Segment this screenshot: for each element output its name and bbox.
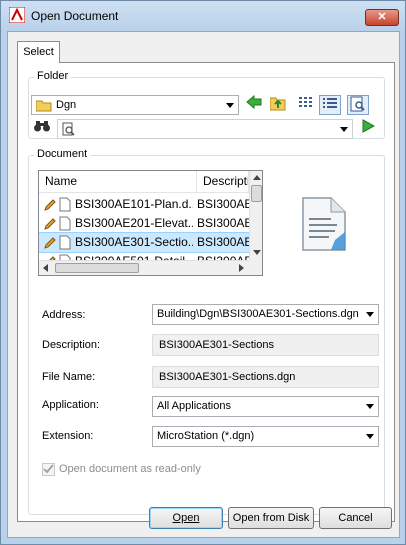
search-document-icon [62, 122, 75, 136]
up-folder-button[interactable] [267, 95, 289, 115]
document-name: BSI300AE301-Sectio... [75, 235, 193, 249]
details-view-icon [323, 98, 337, 108]
folder-icon [36, 100, 52, 112]
application-select[interactable]: All Applications [152, 396, 379, 417]
open-from-disk-button-label: Open from Disk [232, 512, 310, 524]
list-item[interactable]: BSI300AE201-Elevat... BSI300AE [39, 214, 249, 233]
scroll-h-thumb[interactable] [55, 263, 139, 273]
chevron-down-icon[interactable] [366, 404, 374, 409]
scroll-down-icon[interactable] [253, 250, 261, 255]
list-view-icon [299, 97, 312, 107]
list-view-button[interactable] [295, 95, 317, 115]
pencil-icon [44, 237, 56, 249]
filename-field: BSI300AE301-Sections.dgn [152, 366, 379, 388]
filename-label: File Name: [42, 371, 96, 383]
scroll-thumb[interactable] [251, 185, 262, 202]
scroll-corner [249, 260, 262, 275]
document-preview [275, 170, 379, 276]
document-preview-icon [302, 197, 346, 251]
column-header-name[interactable]: Name [39, 171, 197, 193]
back-button[interactable] [243, 94, 265, 115]
up-folder-icon [269, 97, 286, 111]
document-group: Document Name Description BSI300AE101-Pl… [28, 148, 385, 515]
vertical-scrollbar[interactable] [249, 171, 262, 260]
chevron-down-icon[interactable] [366, 434, 374, 439]
extension-value: MicroStation (*.dgn) [157, 430, 255, 442]
open-document-window: Open Document ✕ Select Folder Dgn Docume… [0, 0, 406, 545]
open-from-disk-button[interactable]: Open from Disk [228, 507, 314, 529]
checkmark-icon [43, 464, 54, 474]
document-icon [59, 216, 71, 231]
extension-label: Extension: [42, 430, 94, 442]
close-button[interactable]: ✕ [365, 9, 399, 26]
go-button[interactable] [357, 119, 379, 139]
chevron-down-icon[interactable] [340, 127, 348, 132]
green-left-arrow-icon [246, 94, 262, 110]
folder-group-label: Folder [34, 70, 72, 82]
column-header-description[interactable]: Description [197, 171, 249, 193]
address-label: Address: [42, 309, 86, 321]
chevron-down-icon[interactable] [366, 312, 374, 317]
horizontal-scrollbar[interactable] [39, 260, 249, 275]
green-play-icon [362, 119, 376, 133]
description-field: BSI300AE301-Sections [152, 334, 379, 356]
extension-select[interactable]: MicroStation (*.dgn) [152, 426, 379, 447]
binoculars-icon [34, 121, 50, 132]
document-list[interactable]: Name Description BSI300AE101-Plan.d... B… [38, 170, 263, 276]
chevron-down-icon[interactable] [226, 103, 234, 108]
application-value: All Applications [157, 400, 231, 412]
document-icon [59, 235, 71, 250]
search-combo[interactable] [57, 119, 353, 139]
select-panel: Folder Dgn Document Name Descript BSI300… [17, 62, 395, 522]
open-button[interactable]: Open [149, 507, 223, 529]
scroll-right-icon[interactable] [239, 264, 244, 272]
folder-path-combo[interactable]: Dgn [31, 95, 239, 115]
find-button[interactable] [31, 119, 53, 139]
scroll-up-icon[interactable] [253, 175, 261, 180]
pencil-icon [44, 218, 56, 230]
preview-magnifier-icon [350, 96, 365, 112]
application-label: Application: [42, 399, 99, 411]
autocad-app-icon [9, 7, 25, 23]
document-name: BSI300AE101-Plan.d... [75, 197, 193, 211]
tab-select[interactable]: Select [17, 41, 60, 63]
list-item[interactable]: BSI300AE101-Plan.d... BSI300AE [39, 195, 249, 214]
list-item-selected[interactable]: BSI300AE301-Sectio... BSI300AE [39, 232, 250, 253]
document-group-label: Document [34, 148, 91, 160]
pencil-icon [44, 199, 56, 211]
window-title: Open Document [31, 9, 119, 23]
document-icon [59, 197, 71, 212]
cancel-button[interactable]: Cancel [319, 507, 392, 529]
title-bar[interactable]: Open Document ✕ [1, 1, 405, 31]
readonly-checkbox[interactable] [42, 463, 55, 476]
address-value: Building\Dgn\BSI300AE301-Sections.dgn [157, 308, 359, 320]
document-description: BSI300AE [197, 235, 249, 249]
readonly-checkbox-label: Open document as read-only [59, 463, 201, 475]
document-name: BSI300AE201-Elevat... [75, 216, 193, 230]
document-description: BSI300AE [197, 216, 249, 230]
cancel-button-label: Cancel [338, 512, 373, 524]
open-button-label: Open [172, 512, 200, 524]
preview-toggle-button[interactable] [347, 95, 369, 115]
dialog-client: Select Folder Dgn Document Name Descript… [7, 31, 400, 538]
folder-path-value: Dgn [56, 99, 77, 111]
description-label: Description: [42, 339, 101, 351]
details-view-button[interactable] [319, 95, 341, 115]
document-description: BSI300AE [197, 197, 249, 211]
address-combo[interactable]: Building\Dgn\BSI300AE301-Sections.dgn [152, 304, 379, 325]
folder-group: Folder Dgn [28, 70, 385, 139]
scroll-left-icon[interactable] [43, 264, 48, 272]
